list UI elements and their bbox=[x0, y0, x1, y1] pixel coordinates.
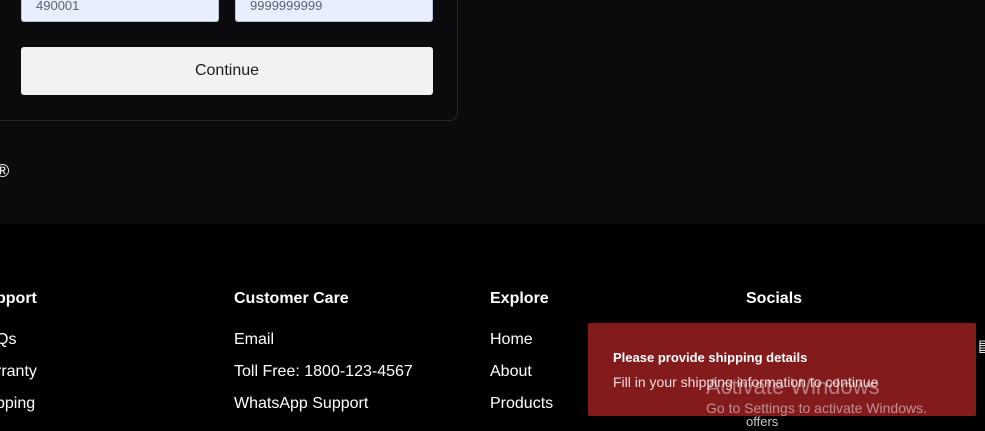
windows-watermark-subtitle: Go to Settings to activate Windows. bbox=[706, 400, 927, 416]
windows-watermark-title: Activate Windows bbox=[706, 374, 880, 399]
footer-link-warranty[interactable]: rranty bbox=[0, 363, 37, 381]
pincode-input[interactable] bbox=[36, 0, 204, 13]
footer-link-faqs[interactable]: Qs bbox=[0, 331, 16, 349]
social-icon-partial[interactable]: ▤ bbox=[978, 336, 985, 356]
registered-symbol: ® bbox=[0, 161, 10, 181]
footer-socials-title: Socials bbox=[746, 290, 803, 307]
footer-support-title: pport bbox=[0, 290, 37, 307]
checkout-section: Continue ® bbox=[0, 0, 985, 224]
continue-button[interactable]: Continue bbox=[21, 47, 433, 95]
toast-title: Please provide shipping details bbox=[613, 350, 808, 365]
footer-customer-care-title: Customer Care bbox=[234, 290, 349, 307]
footer-link-about[interactable]: About bbox=[490, 363, 532, 381]
pincode-field[interactable] bbox=[21, 0, 219, 22]
footer-offers-text[interactable]: offers bbox=[746, 414, 778, 429]
phone-field[interactable] bbox=[235, 0, 433, 22]
footer-link-whatsapp-support[interactable]: WhatsApp Support bbox=[234, 395, 368, 413]
footer-link-toll-free[interactable]: Toll Free: 1800-123-4567 bbox=[234, 363, 413, 381]
phone-input[interactable] bbox=[250, 0, 418, 13]
footer-explore-title: Explore bbox=[490, 290, 549, 307]
footer-link-email[interactable]: Email bbox=[234, 331, 274, 349]
footer-link-products[interactable]: Products bbox=[490, 395, 553, 413]
footer-link-shipping[interactable]: pping bbox=[0, 395, 35, 413]
footer-link-home[interactable]: Home bbox=[490, 331, 533, 349]
